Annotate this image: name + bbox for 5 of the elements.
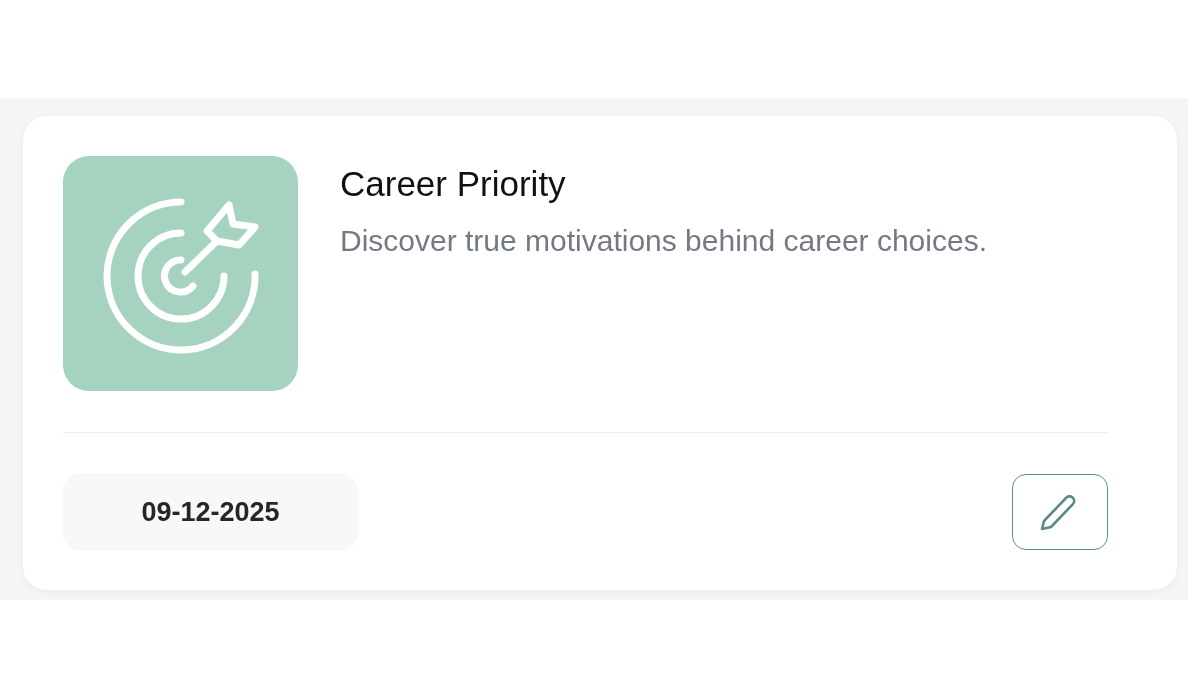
date-tag: 09-12-2025: [63, 473, 358, 551]
card-description: Discover true motivations behind career choices.: [340, 223, 987, 259]
edit-button[interactable]: [1012, 474, 1108, 550]
card-title: Career Priority: [340, 163, 567, 205]
target-icon: [63, 156, 298, 391]
